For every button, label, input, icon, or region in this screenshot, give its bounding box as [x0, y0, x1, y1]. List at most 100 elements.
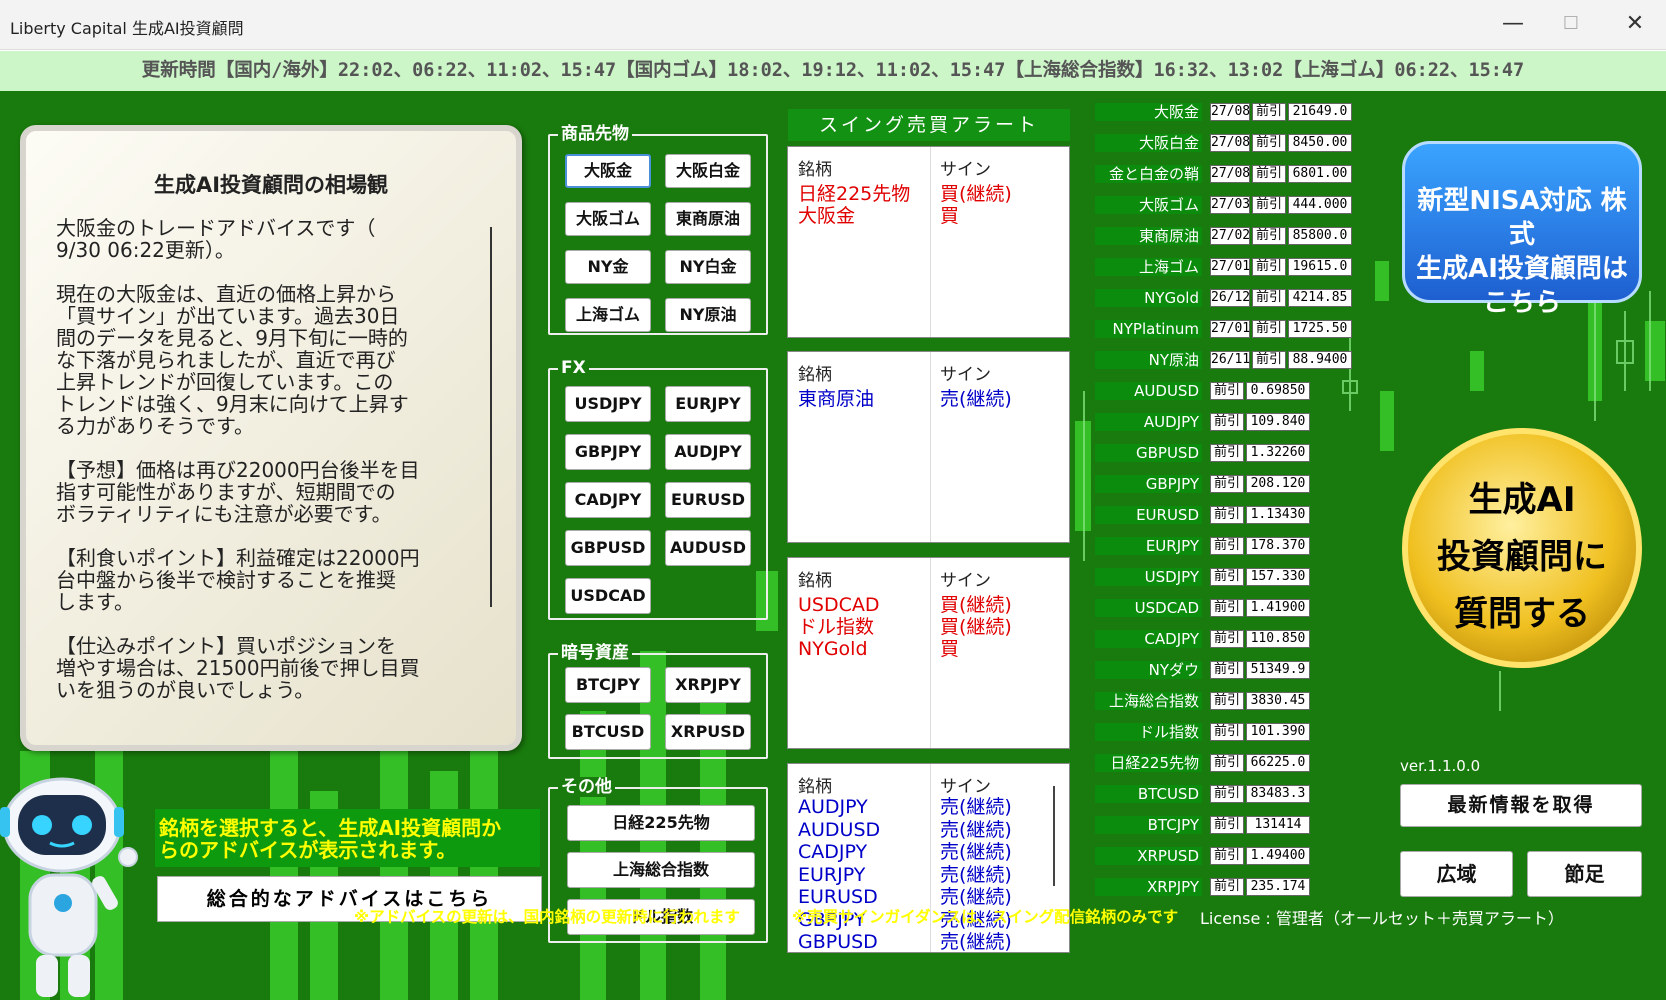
refresh-info-button[interactable]: 最新情報を取得	[1400, 784, 1642, 827]
commodities-group-label: 商品先物	[558, 124, 632, 144]
quote-name: NYPlatinum	[1095, 320, 1202, 338]
maximize-button[interactable]: ☐	[1548, 6, 1594, 42]
quote-value: 19615.0	[1288, 258, 1352, 276]
license-label: License : 管理者（オールセット＋売買アラート）	[1200, 909, 1564, 928]
quote-session-tag: 前引	[1252, 351, 1286, 369]
crypto-group-label: 暗号資産	[558, 643, 632, 663]
btn-gbpjpy[interactable]: GBPJPY	[565, 434, 651, 470]
btn-osaka-rubber[interactable]: 大阪ゴム	[565, 202, 651, 236]
btn-eurusd[interactable]: EURUSD	[665, 482, 751, 518]
btn-cadjpy[interactable]: CADJPY	[565, 482, 651, 518]
signal-row[interactable]: 東商原油 売(継続)	[788, 388, 1069, 411]
quote-value: 1.32260	[1246, 444, 1310, 462]
quote-value: 8450.00	[1288, 134, 1352, 152]
quote-session-tag: 前引	[1210, 444, 1244, 462]
signal-row[interactable]: AUDUSD 売(継続)	[788, 819, 1069, 842]
btn-audjpy[interactable]: AUDJPY	[665, 434, 751, 470]
btn-btcusd[interactable]: BTCUSD	[565, 714, 651, 750]
quote-name: GBPUSD	[1095, 444, 1202, 462]
quote-session-tag: 前引	[1252, 134, 1286, 152]
quote-name: ドル指数	[1095, 723, 1202, 741]
candle-button[interactable]: 節足	[1527, 851, 1642, 897]
signal-row[interactable]: 日経225先物 買(継続)	[788, 183, 1069, 206]
btn-gbpusd[interactable]: GBPUSD	[565, 530, 651, 566]
quote-session-tag: 前引	[1210, 382, 1244, 400]
quote-month: 27/03	[1210, 196, 1251, 214]
quote-session-tag: 前引	[1210, 692, 1244, 710]
quote-month: 27/02	[1210, 227, 1251, 245]
close-button[interactable]: ✕	[1612, 6, 1658, 42]
btn-shanghai-rubber[interactable]: 上海ゴム	[565, 298, 651, 332]
quote-session-tag: 前引	[1210, 475, 1244, 493]
btn-usdjpy[interactable]: USDJPY	[565, 386, 651, 422]
quote-session-tag: 前引	[1210, 785, 1244, 803]
quote-value: 85800.0	[1288, 227, 1352, 245]
signal-row[interactable]: GBPUSD 売(継続)	[788, 931, 1069, 952]
btn-usdcad[interactable]: USDCAD	[565, 578, 651, 614]
quote-session-tag: 前引	[1252, 289, 1286, 307]
signal-panel-2: 銘柄 サイン 東商原油 売(継続)	[787, 351, 1070, 543]
btn-xrpjpy[interactable]: XRPJPY	[665, 667, 751, 703]
btn-nikkei225[interactable]: 日経225先物	[567, 805, 755, 841]
update-times-bar: 更新時間【国内/海外】22:02、06:22、11:02、15:47【国内ゴム】…	[0, 51, 1666, 91]
quote-value: 109.840	[1246, 413, 1310, 431]
crypto-group: 暗号資産 BTCJPY XRPJPY BTCUSD XRPUSD	[548, 643, 768, 759]
btn-btcjpy[interactable]: BTCJPY	[565, 667, 651, 703]
signal-row[interactable]: 大阪金買	[788, 205, 1069, 228]
nisa-button-label: 新型NISA対応 株式 生成AI投資顧問は こちら	[1416, 186, 1628, 318]
quote-name: EURUSD	[1095, 506, 1202, 524]
quote-name: USDJPY	[1095, 568, 1202, 586]
signal-row[interactable]: USDCAD 買(継続)	[788, 594, 1069, 617]
quote-session-tag: 前引	[1210, 599, 1244, 617]
btn-osaka-platinum[interactable]: 大阪白金	[665, 154, 751, 188]
commodities-group: 商品先物 大阪金 大阪白金 大阪ゴム 東商原油 NY金 NY白金 上海ゴム NY…	[548, 124, 768, 335]
quote-name: BTCUSD	[1095, 785, 1202, 803]
quote-month: 27/01	[1210, 320, 1251, 338]
btn-shanghai-composite[interactable]: 上海総合指数	[567, 852, 755, 888]
quote-value: 66225.0	[1246, 754, 1310, 772]
btn-ny-gold[interactable]: NY金	[565, 250, 651, 284]
quote-value: 83483.3	[1246, 785, 1310, 803]
main-area: 生成AI投資顧問の相場観 大阪金のトレードアドバイスです（ 9/30 06:22…	[0, 91, 1666, 1000]
title-bar: Liberty Capital 生成AI投資顧問 — ☐ ✕	[0, 0, 1666, 50]
quote-month: 27/08	[1210, 134, 1251, 152]
advice-text: 大阪金のトレードアドバイスです（ 9/30 06:22更新）。 現在の大阪金は、…	[56, 217, 420, 702]
advice-scrollbar[interactable]	[490, 227, 502, 607]
ask-advisor-button[interactable]: 生成AI 投資顧問に 質問する	[1402, 428, 1642, 668]
fx-group-label: FX	[558, 358, 589, 378]
nisa-advisor-button[interactable]: 新型NISA対応 株式 生成AI投資顧問は こちら	[1402, 141, 1642, 318]
fx-group: FX USDJPY EURJPY GBPJPY AUDJPY CADJPY EU…	[548, 358, 768, 620]
quote-name: AUDUSD	[1095, 382, 1202, 400]
btn-osaka-gold[interactable]: 大阪金	[565, 154, 651, 188]
robot-icon	[0, 777, 138, 997]
btn-eurjpy[interactable]: EURJPY	[665, 386, 751, 422]
btn-xrpusd[interactable]: XRPUSD	[665, 714, 751, 750]
signal-row[interactable]: EURJPY 売(継続)	[788, 864, 1069, 887]
signal-scrollbar[interactable]	[1053, 786, 1055, 886]
wide-area-button[interactable]: 広域	[1400, 851, 1513, 897]
window-title: Liberty Capital 生成AI投資顧問	[10, 19, 244, 38]
ask-button-label: 生成AI 投資顧問に 質問する	[1437, 480, 1607, 634]
quote-session-tag: 前引	[1252, 320, 1286, 338]
quote-value: 1.49400	[1246, 847, 1310, 865]
quote-name: CADJPY	[1095, 630, 1202, 648]
quote-value: 131414	[1246, 816, 1310, 834]
quote-value: 444.000	[1288, 196, 1352, 214]
btn-ny-crude[interactable]: NY原油	[665, 298, 751, 332]
quote-name: 東商原油	[1095, 227, 1202, 245]
quote-value: 51349.9	[1246, 661, 1310, 679]
advice-title: 生成AI投資顧問の相場観	[153, 173, 389, 197]
quote-name: NY原油	[1095, 351, 1202, 369]
signal-row[interactable]: ドル指数 買(継続)	[788, 616, 1069, 639]
signal-row[interactable]: NYGold 買	[788, 638, 1069, 661]
quote-name: EURJPY	[1095, 537, 1202, 555]
minimize-button[interactable]: —	[1490, 6, 1536, 42]
btn-ny-platinum[interactable]: NY白金	[665, 250, 751, 284]
quote-session-tag: 前引	[1210, 723, 1244, 741]
btn-audusd[interactable]: AUDUSD	[665, 530, 751, 566]
signal-row[interactable]: AUDJPY 売(継続)	[788, 796, 1069, 819]
swing-alert-title: スイング売買アラート	[788, 109, 1070, 141]
quote-session-tag: 前引	[1252, 258, 1286, 276]
signal-row[interactable]: CADJPY 売(継続)	[788, 841, 1069, 864]
btn-tocom-crude[interactable]: 東商原油	[665, 202, 751, 236]
